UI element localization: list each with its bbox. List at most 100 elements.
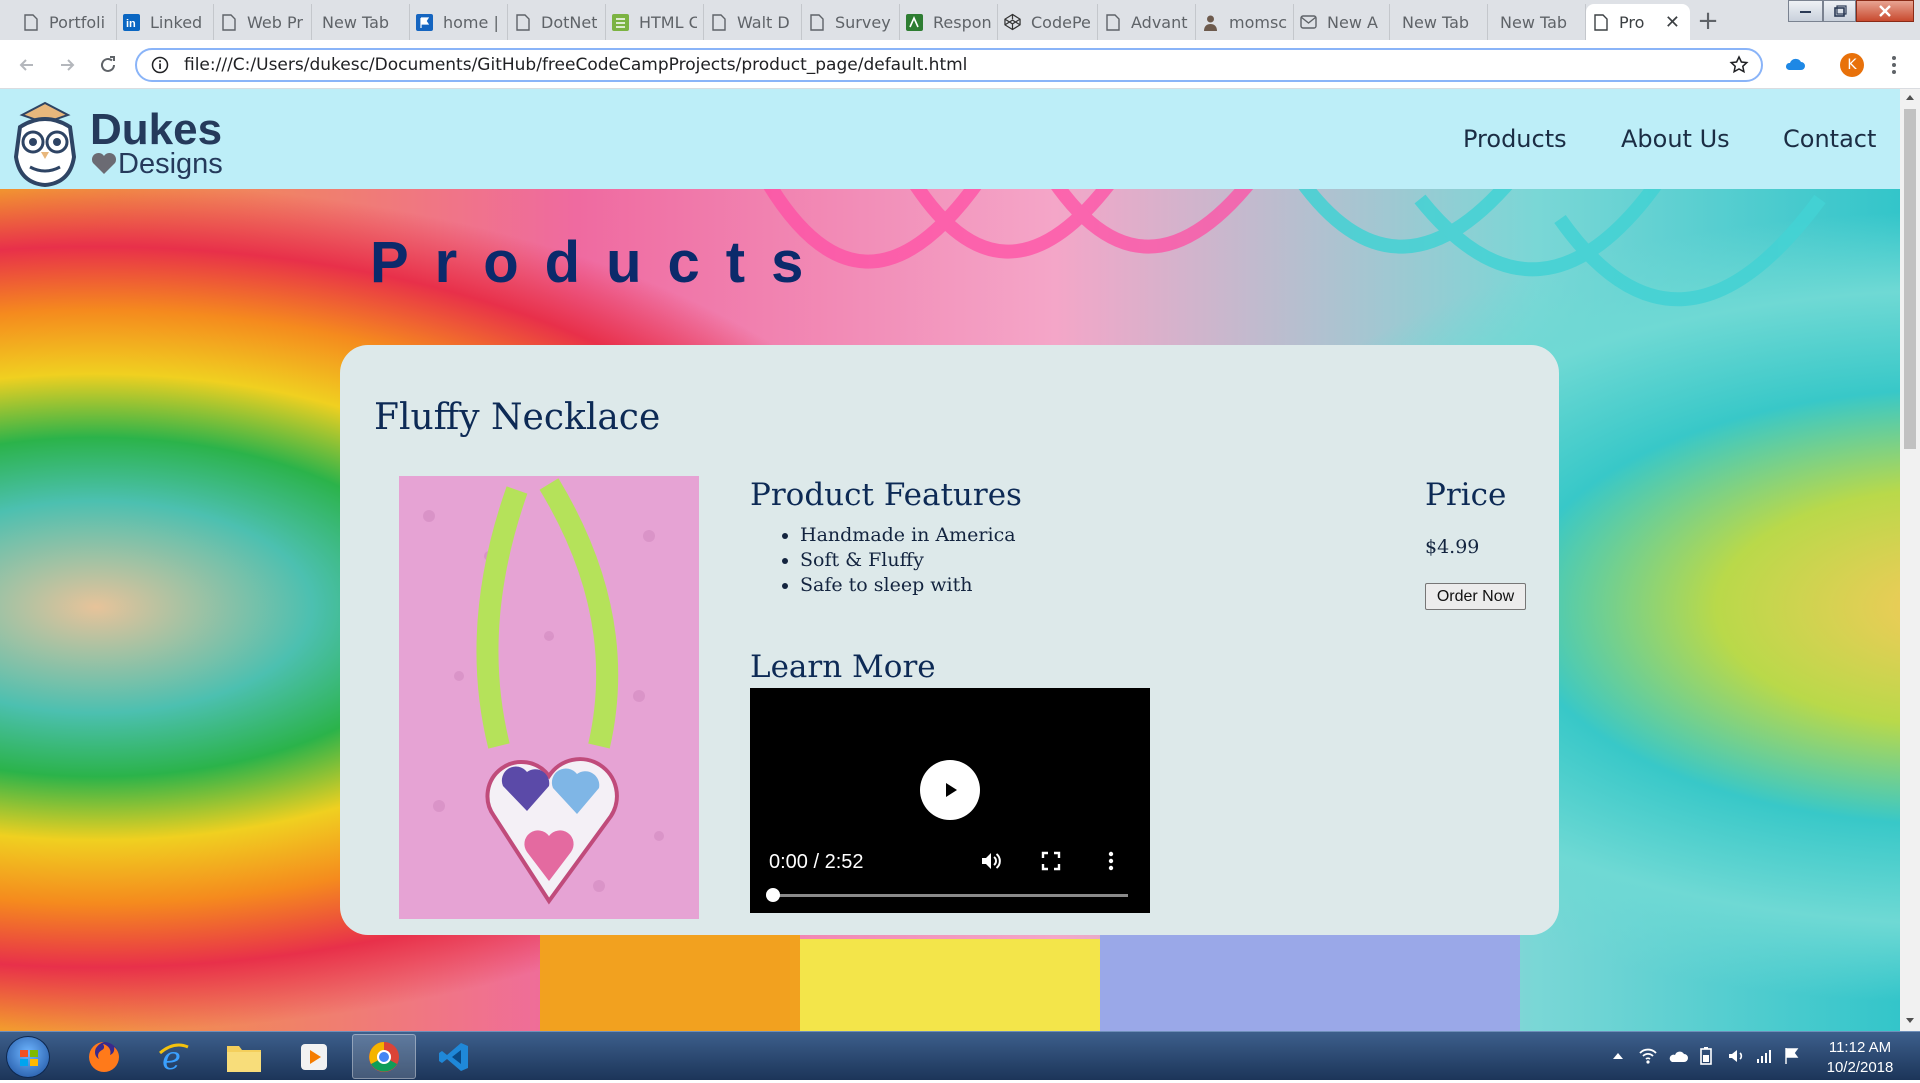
video-progress-thumb[interactable] bbox=[766, 888, 780, 902]
order-now-button[interactable]: Order Now bbox=[1425, 583, 1526, 610]
brand-name: Dukes bbox=[90, 104, 223, 154]
windows-taskbar: e 11:12 AM 10/2/2018 bbox=[0, 1031, 1920, 1080]
scrollbar-thumb[interactable] bbox=[1904, 109, 1916, 449]
heart-icon bbox=[91, 152, 117, 174]
person-icon bbox=[1202, 14, 1219, 31]
nav-contact[interactable]: Contact bbox=[1783, 125, 1876, 153]
tab-web[interactable]: Web Pr bbox=[214, 4, 312, 40]
video-options-icon[interactable] bbox=[1098, 848, 1124, 874]
page-icon bbox=[710, 13, 727, 31]
page-viewport: Dukes Designs Products About Us Contact … bbox=[0, 89, 1920, 1031]
wifi-icon[interactable] bbox=[1638, 1046, 1658, 1066]
taskbar-firefox[interactable] bbox=[72, 1034, 136, 1079]
brand-logo[interactable]: Dukes Designs bbox=[10, 97, 223, 189]
back-arrow-icon bbox=[19, 59, 33, 71]
minimize-button[interactable] bbox=[1788, 0, 1823, 22]
page-icon bbox=[220, 13, 237, 31]
feature-item: Safe to sleep with bbox=[800, 573, 1016, 598]
mail-icon bbox=[1300, 14, 1317, 31]
video-time: 0:00 / 2:52 bbox=[769, 851, 864, 873]
tab-dotnet[interactable]: DotNet bbox=[508, 4, 606, 40]
tab-codepen[interactable]: CodePe bbox=[998, 4, 1098, 40]
nav-products[interactable]: Products bbox=[1463, 125, 1567, 153]
tab-strip: Portfoli in Linked Web Pr New Tab home |… bbox=[0, 0, 1920, 40]
scroll-down-arrow-icon[interactable] bbox=[1905, 1017, 1915, 1025]
tab-html[interactable]: HTML C bbox=[606, 4, 704, 40]
linkedin-icon: in bbox=[123, 13, 140, 31]
onedrive-icon[interactable] bbox=[1668, 1046, 1688, 1066]
tray-arrow-icon[interactable] bbox=[1608, 1046, 1628, 1066]
tab-linkedin[interactable]: in Linked bbox=[117, 4, 214, 40]
address-bar[interactable]: file:///C:/Users/dukesc/Documents/GitHub… bbox=[135, 48, 1763, 82]
tab-new-account[interactable]: New A bbox=[1294, 4, 1390, 40]
tab-response[interactable]: Respon bbox=[900, 4, 998, 40]
signal-icon[interactable] bbox=[1754, 1046, 1774, 1066]
feature-item: Soft & Fluffy bbox=[800, 548, 1016, 573]
product-name: Fluffy Necklace bbox=[374, 397, 661, 438]
page-scrollbar[interactable] bbox=[1900, 89, 1920, 1031]
play-button[interactable] bbox=[920, 760, 980, 820]
info-icon[interactable] bbox=[150, 55, 170, 75]
tab-new-1[interactable]: New Tab bbox=[312, 4, 410, 40]
bookmark-star-icon[interactable] bbox=[1729, 55, 1749, 75]
taskbar-vscode[interactable] bbox=[422, 1034, 486, 1079]
window-close-button[interactable] bbox=[1856, 0, 1914, 22]
close-tab-icon[interactable]: ✕ bbox=[1665, 12, 1680, 33]
clock-time: 11:12 AM bbox=[1828, 1039, 1892, 1056]
taskbar-media-player[interactable] bbox=[282, 1034, 346, 1079]
forward-arrow-icon bbox=[61, 59, 75, 71]
new-tab-button[interactable]: + bbox=[1692, 6, 1724, 36]
feature-item: Handmade in America bbox=[800, 523, 1016, 548]
reload-button[interactable] bbox=[93, 50, 123, 80]
chrome-icon bbox=[369, 1041, 399, 1072]
tab-advant[interactable]: Advant bbox=[1098, 4, 1196, 40]
owl-logo-icon bbox=[13, 101, 77, 188]
tab-new-2[interactable]: New Tab bbox=[1390, 4, 1488, 40]
taskbar-clock[interactable]: 11:12 AM 10/2/2018 bbox=[1810, 1038, 1910, 1078]
menu-icon[interactable] bbox=[1884, 53, 1904, 77]
media-player-icon bbox=[301, 1043, 327, 1070]
profile-avatar[interactable]: K bbox=[1840, 53, 1864, 77]
features-heading: Product Features bbox=[750, 477, 1022, 513]
price-value: $4.99 bbox=[1425, 536, 1480, 558]
video-player[interactable]: 0:00 / 2:52 bbox=[750, 688, 1150, 913]
battery-icon[interactable] bbox=[1696, 1046, 1716, 1066]
play-icon bbox=[946, 783, 957, 797]
reload-icon bbox=[101, 56, 115, 72]
svg-text:in: in bbox=[126, 18, 136, 30]
url-text[interactable]: file:///C:/Users/dukesc/Documents/GitHub… bbox=[184, 55, 967, 75]
maximize-button[interactable] bbox=[1823, 0, 1856, 22]
back-button[interactable] bbox=[12, 50, 42, 80]
volume-tray-icon[interactable] bbox=[1726, 1046, 1746, 1066]
nav-about-us[interactable]: About Us bbox=[1621, 125, 1730, 153]
page-icon bbox=[514, 13, 531, 31]
tab-new-3[interactable]: New Tab bbox=[1488, 4, 1586, 40]
tab-survey[interactable]: Survey bbox=[802, 4, 900, 40]
video-progress-track[interactable] bbox=[772, 894, 1128, 897]
flag-icon bbox=[416, 13, 433, 31]
taskbar-file-explorer[interactable] bbox=[212, 1034, 276, 1079]
tab-portfolio[interactable]: Portfoli bbox=[16, 4, 117, 40]
learn-more-heading: Learn More bbox=[750, 649, 936, 685]
action-center-flag-icon[interactable] bbox=[1782, 1046, 1802, 1066]
start-button[interactable] bbox=[6, 1036, 50, 1078]
tab-walt[interactable]: Walt D bbox=[704, 4, 802, 40]
forward-button[interactable] bbox=[52, 50, 82, 80]
firefox-icon bbox=[89, 1041, 119, 1072]
browser-toolbar: file:///C:/Users/dukesc/Documents/GitHub… bbox=[0, 40, 1920, 89]
page-icon bbox=[1592, 13, 1609, 31]
cloud-extension-icon[interactable] bbox=[1784, 55, 1806, 75]
clock-date: 10/2/2018 bbox=[1826, 1059, 1894, 1076]
tab-products-active[interactable]: Pro ✕ bbox=[1586, 4, 1690, 40]
taskbar-chrome[interactable] bbox=[352, 1034, 416, 1079]
tab-momsc[interactable]: momsc bbox=[1196, 4, 1294, 40]
codepen-icon bbox=[1004, 13, 1021, 31]
volume-icon[interactable] bbox=[978, 848, 1004, 874]
sheet-icon bbox=[906, 13, 923, 31]
features-list: Handmade in America Soft & Fluffy Safe t… bbox=[750, 523, 1016, 598]
taskbar-internet-explorer[interactable]: e bbox=[142, 1034, 206, 1079]
scroll-up-arrow-icon[interactable] bbox=[1905, 93, 1915, 101]
fullscreen-icon[interactable] bbox=[1038, 848, 1064, 874]
page-title: Products bbox=[370, 230, 830, 295]
tab-home[interactable]: home | bbox=[410, 4, 508, 40]
